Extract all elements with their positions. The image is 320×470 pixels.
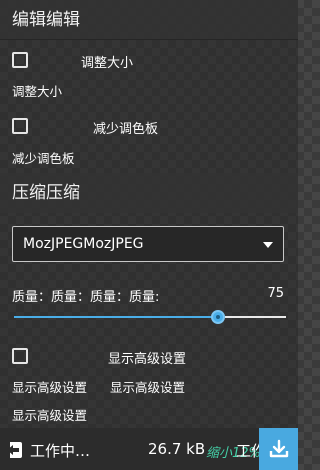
reduce-palette-label-secondary: 减少调色板 [12, 151, 75, 166]
back-arrow-icon[interactable] [6, 440, 24, 460]
chevron-down-icon [263, 242, 273, 248]
quality-slider-thumb[interactable] [211, 310, 225, 324]
resize-label-secondary: 调整大小 [12, 84, 63, 99]
edit-section-title: 编辑编辑 [0, 0, 298, 40]
resize-checkbox[interactable] [12, 52, 28, 68]
quality-slider-track [225, 316, 286, 318]
advanced-settings-label[interactable]: 显示高级设置 [108, 348, 186, 367]
quality-slider[interactable] [14, 309, 286, 325]
file-size: 26.7 kB [148, 440, 206, 458]
results-bar: 工作中… 26.7 kB 缩小12% 工作 [0, 428, 298, 470]
compress-section-title: 压缩压缩 [0, 173, 298, 213]
quality-slider-fill [14, 316, 218, 318]
quality-value: 75 [267, 286, 284, 301]
encoder-select[interactable]: MozJPEGMozJPEG [12, 226, 284, 262]
encoder-select-value: MozJPEGMozJPEG [23, 236, 144, 252]
reduce-palette-checkbox[interactable] [12, 118, 28, 134]
advanced-settings-checkbox[interactable] [12, 348, 28, 364]
reduce-palette-label[interactable]: 减少调色板 [93, 118, 158, 137]
advanced-settings-label-c: 显示高级设置 [12, 408, 88, 423]
quality-label: 质量：质量：质量：质量: [12, 290, 160, 305]
advanced-settings-label-a: 显示高级设置 [12, 380, 88, 395]
options-panel: 编辑编辑 调整大小 调整大小 减少调色板 减少调色板 压缩压缩 MozJPEGM… [0, 0, 298, 428]
advanced-settings-label-b: 显示高级设置 [110, 380, 186, 395]
status-text: 工作中… [30, 442, 91, 460]
download-button[interactable] [259, 428, 298, 470]
status-text-trailing: 工作 [236, 442, 260, 460]
resize-label[interactable]: 调整大小 [81, 52, 133, 71]
download-icon [269, 439, 288, 458]
